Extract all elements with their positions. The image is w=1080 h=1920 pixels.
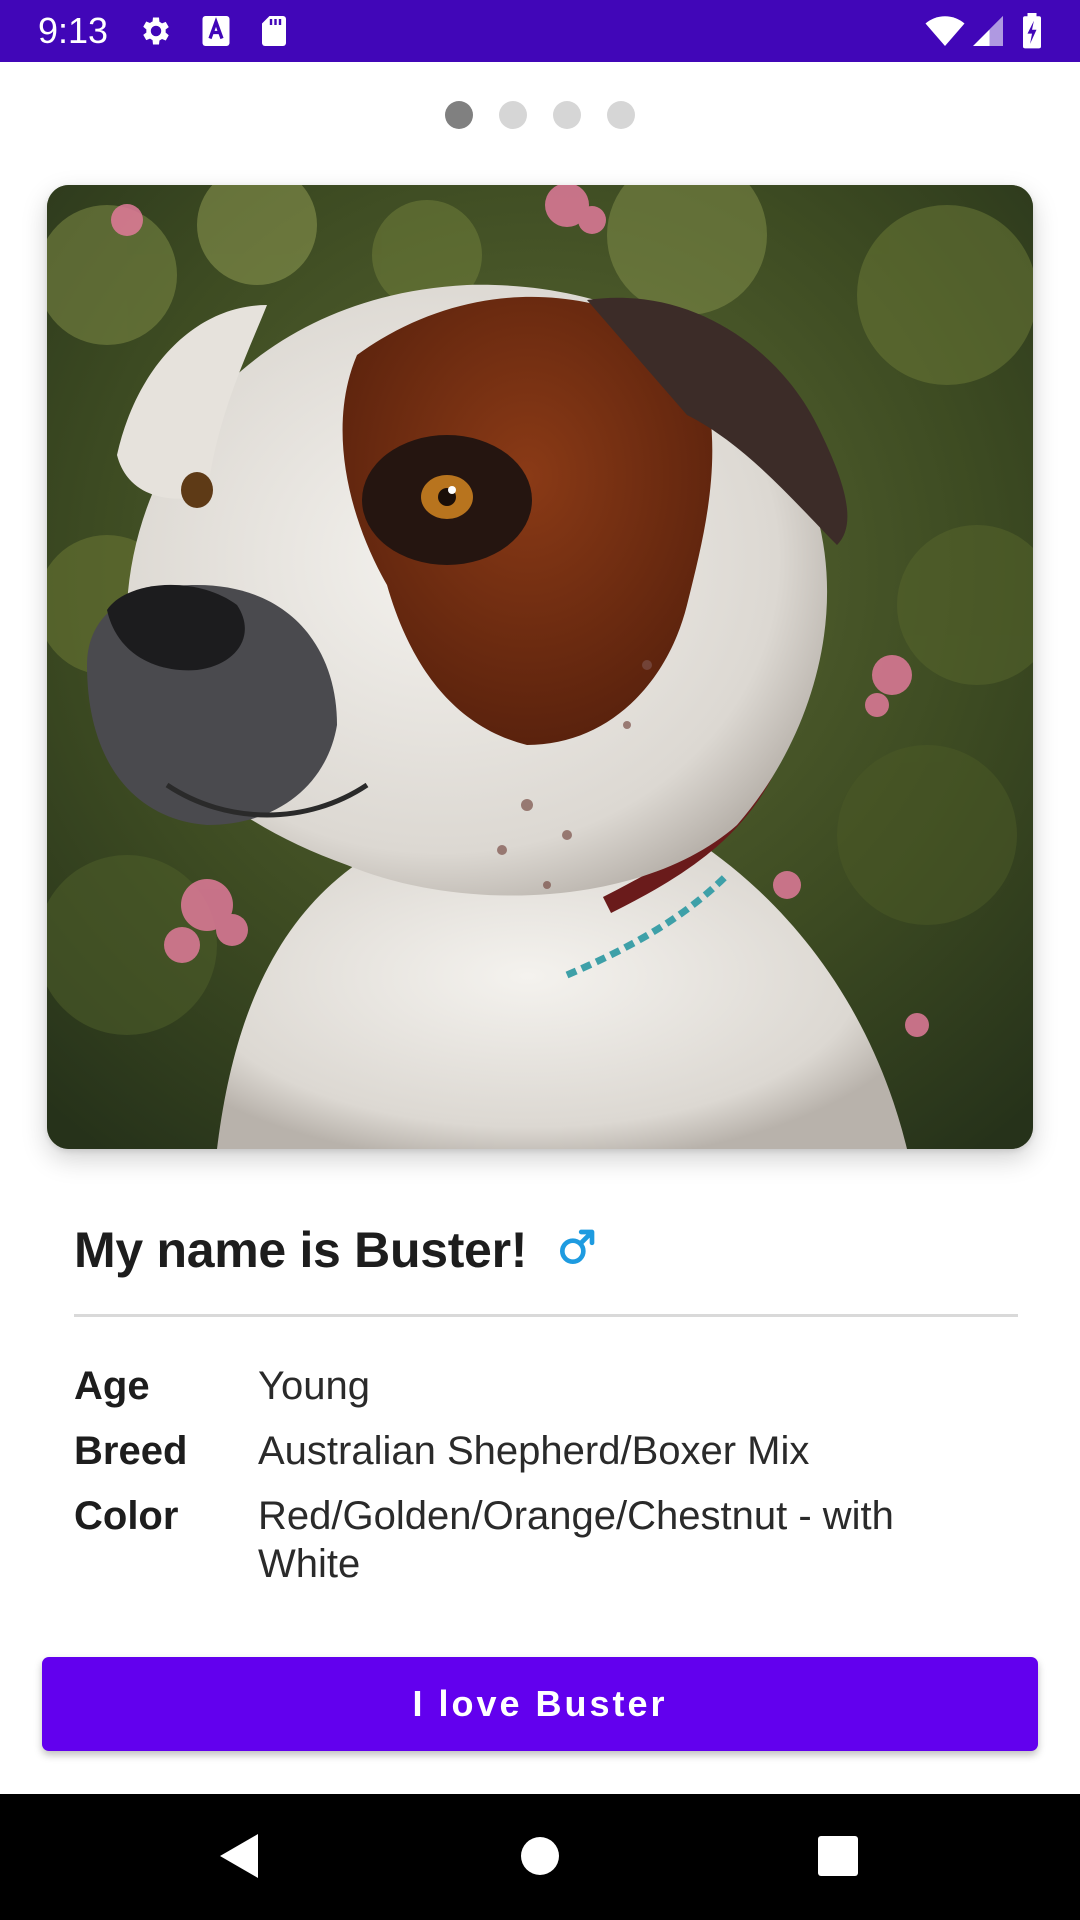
page-dot-3[interactable]	[553, 101, 581, 129]
detail-value: Young	[258, 1364, 370, 1408]
wifi-icon	[925, 16, 965, 46]
detail-label: Breed	[74, 1429, 188, 1473]
detail-label: Age	[74, 1364, 150, 1408]
pet-photo-card[interactable]	[47, 185, 1033, 1149]
status-bar: 9:13	[0, 0, 1080, 62]
detail-value: Red/Golden/Orange/Chestnut - with White	[258, 1494, 894, 1586]
home-icon[interactable]	[520, 1830, 560, 1882]
page-indicator	[0, 101, 1080, 129]
dog-photo	[47, 185, 1033, 1149]
detail-label: Color	[74, 1494, 179, 1538]
page-dot-1[interactable]	[445, 101, 473, 129]
title-divider	[74, 1314, 1018, 1317]
detail-breed: Breed Australian Shepherd/Boxer Mix	[74, 1427, 1024, 1475]
settings-icon	[143, 17, 169, 45]
love-button[interactable]: I love Buster	[42, 1657, 1038, 1751]
cell-signal-icon	[973, 16, 1003, 46]
detail-value: Australian Shepherd/Boxer Mix	[258, 1429, 810, 1473]
page-dot-2[interactable]	[499, 101, 527, 129]
status-time: 9:13	[38, 10, 109, 51]
recents-icon[interactable]	[816, 1830, 860, 1882]
detail-color: Color Red/Golden/Orange/Chestnut - with …	[74, 1492, 1024, 1588]
pet-title-row: My name is Buster!	[74, 1215, 597, 1285]
font-a-icon	[202, 16, 230, 46]
pet-title: My name is Buster!	[74, 1222, 528, 1278]
male-icon	[560, 1229, 595, 1265]
battery-charging-icon	[1023, 13, 1041, 49]
pet-details: Age Young Breed Australian Shepherd/Boxe…	[74, 1362, 1024, 1605]
detail-age: Age Young	[74, 1362, 1024, 1410]
navigation-bar	[0, 1794, 1080, 1920]
page-dot-4[interactable]	[607, 101, 635, 129]
sd-card-icon	[262, 16, 286, 46]
back-icon[interactable]	[214, 1830, 262, 1882]
